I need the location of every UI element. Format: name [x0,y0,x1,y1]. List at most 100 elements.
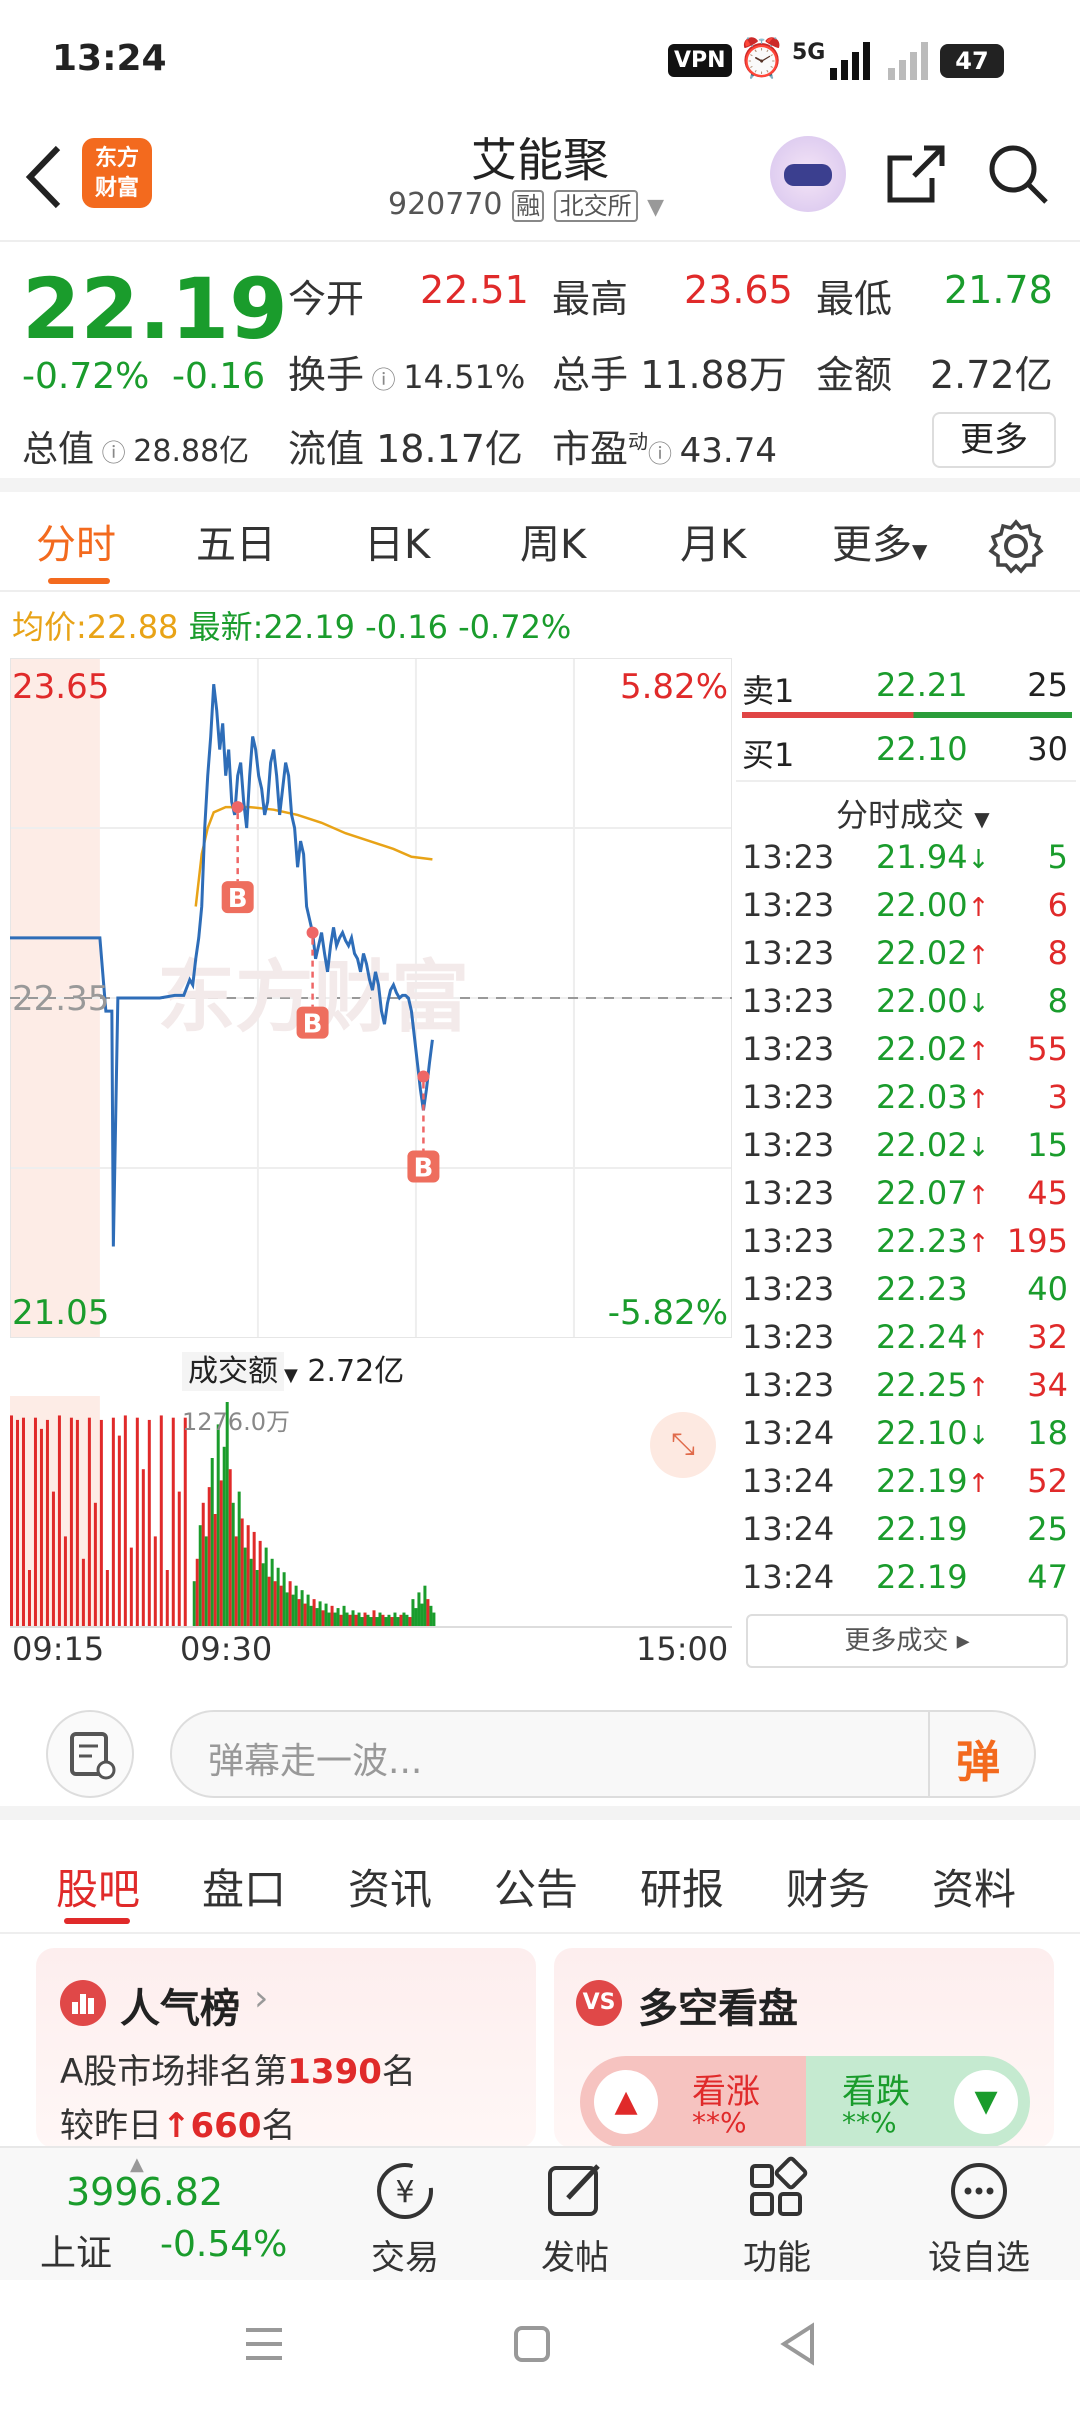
up-arrow-icon: ↑ [967,1181,990,1211]
danmu-input[interactable]: 弹幕走一波... 弹 [170,1710,1036,1798]
float-value: 18.17亿 [376,427,523,471]
back-triangle-icon[interactable] [778,2322,818,2366]
volume-bar [129,1547,133,1626]
up-arrow-icon: ↑ [967,1085,990,1115]
tab-five-day[interactable]: 五日 [196,512,276,570]
volume-bar [210,1458,214,1626]
pe-dynamic-sup: 动 [628,429,649,454]
trade-row: 13:23 22.07↑ 45 [736,1174,1076,1222]
sell1-label: 卖1 [742,672,795,710]
danmu-send-button[interactable]: 弹 [956,1726,1000,1790]
volume-bar [192,1581,196,1626]
trades-header-label: 分时成交 [836,796,965,834]
down-arrow-icon: ↓ [967,1421,990,1451]
trade-time: 13:23 [742,934,835,972]
tab-guba[interactable]: 股吧 [56,1856,140,1917]
turnover-label[interactable]: 换手 ⓘ 14.51% [288,344,525,399]
trade-row: 13:24 22.19 25 [736,1510,1076,1558]
volume-bar [384,1617,388,1626]
volume-bar [270,1558,274,1626]
volume-bar [27,1570,31,1626]
index-ticker[interactable]: 3996.82 上证 -0.54% [0,2148,300,2282]
danmu-settings-icon[interactable] [46,1710,134,1798]
float-row: 流值 18.17亿 [288,418,523,473]
tab-research[interactable]: 研报 [640,1856,724,1917]
pe-row[interactable]: 市盈动ⓘ 43.74 [552,418,777,473]
y-mid-label: 22.35 [12,979,109,1019]
more-button[interactable]: 更多 [932,412,1056,468]
trade-time: 13:24 [742,1510,835,1548]
volume-bar [357,1612,361,1626]
intraday-chart[interactable]: 东方财富 B B B 23.65 21.05 22.35 5.82% -5.82% [9,657,733,1339]
sell1-price: 22.21 [876,666,968,704]
volume-bar [297,1599,301,1626]
bull-bear-card[interactable]: VS 多空看盘 ▲ 看涨 **% 看跌 **% ▼ [554,1948,1054,2148]
more-trades-button[interactable]: 更多成交 ▸ [746,1614,1068,1668]
trades-header[interactable]: 分时成交 ▼ [836,790,990,836]
settings-gear-icon[interactable] [988,518,1044,574]
down-arrow-icon: ↓ [967,845,990,875]
volume-bar [15,1419,19,1626]
volume-bar [39,1428,43,1626]
tab-finance[interactable]: 财务 [786,1856,870,1917]
buy1-label: 买1 [742,736,795,774]
volume-bar [420,1603,424,1626]
volume-header[interactable]: 成交额 ▼ 2.72亿 [182,1346,404,1391]
trade-volume: 32 [1027,1318,1068,1356]
bear-button[interactable]: 看跌 **% ▼ [806,2056,1030,2148]
nav-function[interactable]: 功能 [702,2148,852,2282]
tab-intraday[interactable]: 分时 [36,512,116,570]
stock-code-row[interactable]: 920770 融 北交所 ▼ [388,186,664,222]
info-icon: ⓘ [364,366,404,394]
tab-announcements[interactable]: 公告 [494,1856,578,1917]
expand-icon[interactable]: ⤡ [650,1412,716,1478]
forum-tabs: 股吧 盘口 资讯 公告 研报 财务 资料 [0,1834,1080,1934]
vpn-icon: VPN [668,44,732,77]
market-cap-label[interactable]: 总值 ⓘ 28.88亿 [22,420,249,472]
volume-bar [237,1491,241,1626]
nav-post[interactable]: 发帖 [500,2148,650,2282]
more-dots-icon [951,2163,1007,2219]
robot-assistant-icon[interactable] [770,136,846,212]
sell1-row: 卖1 22.21 25 [736,658,1076,710]
menu-icon[interactable] [244,2324,284,2364]
volume-bar [291,1594,295,1626]
nav-watchlist-label: 设自选 [928,2238,1030,2278]
low-label: 最低 [816,277,893,321]
trade-volume: 45 [1027,1174,1068,1212]
buy1-volume: 30 [1027,730,1068,768]
tab-monthly-k[interactable]: 月K [680,512,746,570]
trade-row: 13:24 22.19 47 [736,1558,1076,1606]
tab-profile[interactable]: 资料 [932,1856,1016,1917]
share-icon[interactable] [884,142,948,206]
search-icon[interactable] [986,142,1050,206]
volume-bar [81,1558,85,1626]
volume-bar [117,1435,121,1626]
volume-panel[interactable]: 成交额 ▼ 2.72亿 1276.0万 ⤡ 09:15 09:30 15:00 [10,1338,732,1678]
volume-bar [417,1592,421,1626]
tab-weekly-k[interactable]: 周K [520,512,586,570]
bull-button[interactable]: ▲ 看涨 **% [580,2056,806,2148]
volume-bar [336,1608,340,1626]
rank-value: 1390 [287,2052,382,2092]
trade-volume: 18 [1027,1414,1068,1452]
nav-watchlist[interactable]: 设自选 [904,2148,1054,2282]
home-icon[interactable] [512,2324,552,2364]
market-cap: 28.88亿 [133,434,250,469]
tab-daily-k[interactable]: 日K [364,512,430,570]
tab-news[interactable]: 资讯 [348,1856,432,1917]
popularity-card[interactable]: 人气榜 › A股市场排名第1390名 较昨日↑660名 [36,1948,536,2148]
volume-bar [333,1612,337,1626]
volume-bar [177,1491,181,1626]
stock-code: 920770 [388,187,503,222]
tab-more[interactable]: 更多▼ [832,512,927,570]
volume-bar [360,1617,364,1626]
volume-bar [222,1446,226,1626]
trade-time: 13:23 [742,1174,835,1212]
volume-bar [339,1614,343,1626]
tab-pankou[interactable]: 盘口 [202,1856,286,1917]
volume-bar [198,1525,202,1626]
volume-row: 总手 11.88万 [552,344,787,399]
buy1-price: 22.10 [876,730,968,768]
nav-trade[interactable]: ¥ 交易 [330,2148,480,2282]
